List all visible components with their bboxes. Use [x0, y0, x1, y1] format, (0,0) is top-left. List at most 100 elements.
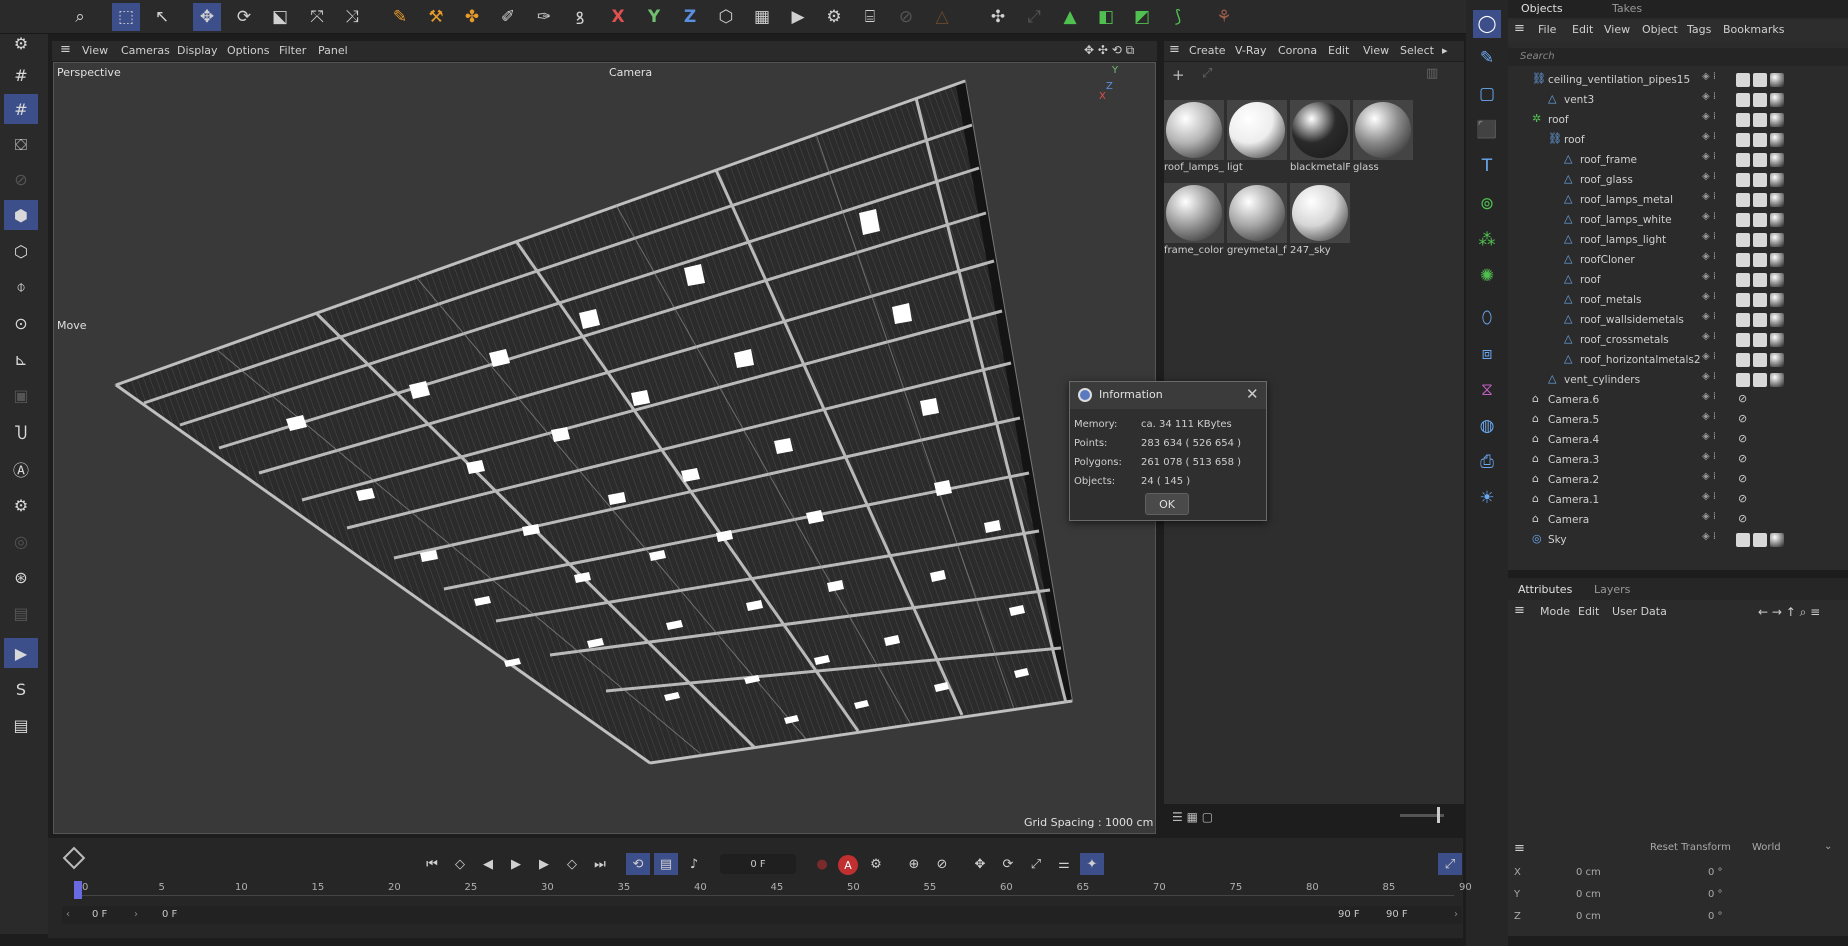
chevron-right-icon[interactable]: › [1454, 909, 1458, 920]
visibility-dots-icon[interactable]: ◈ ⁞ [1702, 311, 1730, 329]
rotation-value[interactable]: 0 ° [1708, 867, 1723, 878]
camera-icon[interactable]: ⎙ [1473, 448, 1501, 476]
camera-tag-icon[interactable]: ⊘ [1738, 452, 1747, 465]
render-region-icon[interactable]: ▶ [4, 638, 38, 668]
object-name[interactable]: roof_horizontalmetals2 [1580, 354, 1701, 366]
material-tag-icon[interactable] [1736, 213, 1750, 227]
material-tag-icon[interactable] [1736, 253, 1750, 267]
material-tag-icon[interactable] [1753, 73, 1767, 87]
deformer-icon[interactable]: ⟆ [1164, 3, 1192, 31]
menu-view[interactable]: View [82, 44, 108, 57]
previous-frame-icon[interactable]: ◀ [476, 853, 500, 875]
object-row[interactable]: △ roof_frame ◈ ⁞ [1508, 150, 1848, 170]
material-tag-icon[interactable] [1753, 353, 1767, 367]
dialog-titlebar[interactable]: Information ✕ [1070, 382, 1266, 409]
object-row[interactable]: △ roof_metals ◈ ⁞ [1508, 290, 1848, 310]
material-tag-icon[interactable] [1753, 373, 1767, 387]
material-item[interactable]: roof_lamps_ [1164, 100, 1224, 173]
polygon-pen-icon[interactable]: ▲ [1056, 3, 1084, 31]
dopesheet-icon[interactable]: ⊘ [930, 853, 954, 875]
object-name[interactable]: roof_crossmetals [1580, 334, 1669, 346]
menu-view[interactable]: View [1604, 23, 1630, 36]
material-tag-icon[interactable] [1770, 93, 1784, 107]
sketch-icon[interactable]: ✑ [530, 3, 558, 31]
object-name[interactable]: Camera.3 [1548, 454, 1599, 466]
object-row[interactable]: △ roof_glass ◈ ⁞ [1508, 170, 1848, 190]
viewport-3d[interactable]: Perspective Camera Move Y X Z Grid Spaci… [53, 62, 1156, 834]
link-icon[interactable]: ⊘ [892, 3, 920, 31]
material-tag-icon[interactable] [1736, 293, 1750, 307]
visibility-dots-icon[interactable]: ◈ ⁞ [1702, 531, 1730, 549]
object-row[interactable]: △ roof_wallsidemetals ◈ ⁞ [1508, 310, 1848, 330]
hamburger-icon[interactable]: ≡ [1514, 841, 1525, 856]
visibility-dots-icon[interactable]: ◈ ⁞ [1702, 511, 1730, 529]
search-icon[interactable]: ⌕ [66, 3, 94, 31]
snap-tool-icon[interactable]: ⤨ [338, 3, 366, 31]
material-tag-icon[interactable] [1736, 273, 1750, 287]
visibility-dots-icon[interactable]: ◈ ⁞ [1702, 491, 1730, 509]
material-item[interactable]: glass [1353, 100, 1413, 173]
deformer-icon[interactable]: ⬯ [1473, 304, 1501, 332]
uv-mode-icon[interactable]: ▣ [4, 380, 38, 410]
menu-edit[interactable]: Edit [1572, 23, 1593, 36]
material-tag-icon[interactable] [1753, 313, 1767, 327]
object-name[interactable]: roof_metals [1580, 294, 1642, 306]
navigation-arrows-icon[interactable]: ← → ↑ ⌕ ≡ [1758, 605, 1820, 620]
render-queue-icon[interactable]: ⌸ [856, 3, 884, 31]
object-row[interactable]: △ roofCloner ◈ ⁞ [1508, 250, 1848, 270]
mograph-icon[interactable]: ⧖ [1473, 376, 1501, 404]
cube-object-icon[interactable]: ⬛ [1473, 116, 1501, 144]
key-settings-icon[interactable]: ⚙ [864, 853, 888, 875]
text-object-icon[interactable]: T [1473, 152, 1501, 180]
live-selection-icon[interactable]: ⬚ [112, 3, 140, 31]
material-tag-icon[interactable] [1770, 533, 1784, 547]
menu-user-data[interactable]: User Data [1612, 605, 1667, 618]
material-tag-icon[interactable] [1770, 153, 1784, 167]
timeline-mode-icon[interactable]: ▤ [654, 853, 678, 875]
object-row[interactable]: △ roof_lamps_white ◈ ⁞ [1508, 210, 1848, 230]
paint-icon[interactable]: ⚒ [422, 3, 450, 31]
material-tag-icon[interactable] [1770, 253, 1784, 267]
reset-transform-button[interactable]: Reset Transform [1650, 842, 1731, 853]
cube-create-icon[interactable]: ◧ [1092, 3, 1120, 31]
visibility-dots-icon[interactable]: ◈ ⁞ [1702, 211, 1730, 229]
fcurve-icon[interactable]: ⤢ [1438, 853, 1462, 875]
material-tag-icon[interactable] [1736, 373, 1750, 387]
material-tag-icon[interactable] [1770, 233, 1784, 247]
camera-tag-icon[interactable]: ⊘ [1738, 432, 1747, 445]
field-icon[interactable]: ⧈ [1473, 340, 1501, 368]
visibility-dots-icon[interactable]: ◈ ⁞ [1702, 351, 1730, 369]
object-name[interactable]: Camera.2 [1548, 474, 1599, 486]
material-tag-icon[interactable] [1770, 133, 1784, 147]
object-name[interactable]: vent_cylinders [1564, 374, 1640, 386]
ok-button[interactable]: OK [1145, 493, 1189, 515]
lock-icon[interactable]: ◎ [4, 526, 38, 556]
material-tag-icon[interactable] [1753, 533, 1767, 547]
material-tag-icon[interactable] [1753, 133, 1767, 147]
world-dropdown[interactable]: World [1752, 842, 1781, 853]
rotation-value[interactable]: 0 ° [1708, 911, 1723, 922]
material-tag-icon[interactable] [1770, 353, 1784, 367]
range-bar[interactable]: ‹ 0 F › 0 F 90 F 90 F › [62, 906, 1462, 924]
material-tag-icon[interactable] [1753, 293, 1767, 307]
hamburger-icon[interactable]: ≡ [1514, 21, 1525, 36]
go-to-start-icon[interactable]: ⏮ [420, 853, 444, 875]
y-axis-lock-icon[interactable]: Y [640, 3, 668, 31]
material-tag-icon[interactable] [1736, 333, 1750, 347]
add-material-icon[interactable]: + [1172, 66, 1185, 84]
texture-mode-icon[interactable]: ⊘ [4, 164, 38, 194]
material-tag-icon[interactable] [1770, 313, 1784, 327]
sound-icon[interactable]: ♪ [682, 853, 706, 875]
material-tag-icon[interactable] [1736, 113, 1750, 127]
menu-create[interactable]: Create [1189, 44, 1226, 57]
visibility-dots-icon[interactable]: ◈ ⁞ [1702, 171, 1730, 189]
material-tag-icon[interactable] [1770, 333, 1784, 347]
keyframe-icon[interactable] [62, 846, 86, 870]
material-tag-icon[interactable] [1736, 193, 1750, 207]
play-icon[interactable]: ▶ [504, 853, 528, 875]
object-name[interactable]: roof_lamps_metal [1580, 194, 1673, 206]
model-mode-icon[interactable]: ⛋ [4, 130, 38, 160]
stack-icon[interactable]: S [4, 674, 38, 704]
visibility-dots-icon[interactable]: ◈ ⁞ [1702, 71, 1730, 89]
param-key-icon[interactable]: ⚌ [1052, 853, 1076, 875]
